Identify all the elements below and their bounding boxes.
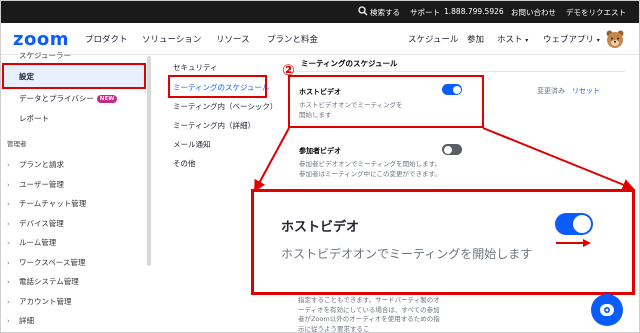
chevron-down-icon: ▾ [596, 37, 600, 44]
chevron-right-icon: › [7, 259, 10, 267]
chevron-right-icon: › [7, 298, 10, 306]
zoom-logo[interactable]: zoom [13, 29, 69, 50]
sidebar-item-account[interactable]: › アカウント管理 [7, 296, 72, 307]
callout-desc: ホストビデオオンでミーティングを開始します [281, 247, 533, 261]
sidebar-item-rooms[interactable]: › ルーム管理 [7, 237, 56, 248]
tab-other[interactable]: その他 [173, 158, 196, 169]
sidebar-item-phone-system[interactable]: › 電話システム管理 [7, 276, 79, 287]
chat-bot-icon [600, 304, 614, 316]
callout-host-video-toggle[interactable] [555, 213, 593, 235]
sidebar-item-advanced[interactable]: › 詳細 [7, 315, 34, 326]
arrow-right-icon [556, 239, 591, 247]
sidebar-item-plans-billing[interactable]: › プランと請求 [7, 159, 64, 170]
annotation-box-host-video [288, 75, 484, 128]
sidebar-item-workspaces[interactable]: › ワークスペース管理 [7, 257, 85, 268]
chevron-right-icon: › [7, 317, 10, 325]
audio-setting-desc: 指定することもできます。サードパーティ製のオーディオを有効にしている場合は、すべ… [298, 296, 440, 333]
top-utility-bar: 検索する サポート 1.888.799.5926 お問い合わせ デモをリクエスト [1, 1, 639, 23]
sidebar-item-devices[interactable]: › デバイス管理 [7, 218, 64, 229]
search-link[interactable]: 検索する [370, 7, 400, 18]
nav-solutions[interactable]: ソリューション [142, 33, 201, 45]
tab-security[interactable]: セキュリティ [173, 62, 218, 73]
chevron-down-icon: ▾ [525, 37, 529, 44]
annotation-box-settings [2, 63, 146, 89]
section-divider [285, 71, 625, 72]
nav-plans[interactable]: プランと料金 [267, 33, 318, 45]
chevron-right-icon: › [7, 200, 10, 208]
contact-link[interactable]: お問い合わせ [511, 7, 556, 18]
chevron-right-icon: › [7, 239, 10, 247]
callout-title: ホストビデオ [281, 220, 360, 235]
sidebar-scrollbar[interactable] [147, 56, 151, 266]
arrow-left-icon [254, 127, 290, 193]
chat-support-button[interactable] [591, 294, 623, 326]
nav-host[interactable]: ホスト ▾ [497, 33, 528, 45]
sidebar-item-reports[interactable]: レポート [19, 113, 49, 124]
nav-resources[interactable]: リソース [216, 33, 250, 45]
zoom-callout: ホストビデオ ホストビデオオンでミーティングを開始します [251, 189, 635, 295]
sidebar: スケジューラー 設定 データとプライバシー NEW レポート 管理者 › プランと請… [1, 51, 151, 332]
chevron-right-icon: › [7, 220, 10, 228]
support-link[interactable]: サポート [410, 7, 440, 18]
sidebar-item-team-chat[interactable]: › チームチャット管理 [7, 198, 86, 209]
browser-frame: 検索する サポート 1.888.799.5926 お問い合わせ デモをリクエスト… [0, 0, 640, 333]
phone-link[interactable]: 1.888.799.5926 [444, 7, 504, 16]
nav-products[interactable]: プロダクト [85, 33, 128, 45]
nav-web-app[interactable]: ウェブアプリ ▾ [543, 33, 600, 45]
arrow-right-icon [482, 127, 635, 191]
main-navbar: zoom プロダクト ソリューション リソース プランと料金 スケジュール 参加… [1, 23, 639, 55]
nav-schedule[interactable]: スケジュール [408, 33, 458, 45]
chevron-right-icon: › [7, 161, 10, 169]
chevron-right-icon: › [7, 181, 10, 189]
sidebar-admin-header: 管理者 [7, 140, 27, 148]
participant-video-toggle[interactable] [442, 144, 462, 155]
modified-label: 変更済み [537, 87, 565, 95]
demo-request-link[interactable]: デモをリクエスト [566, 7, 626, 18]
tab-email-notification[interactable]: メール通知 [173, 139, 211, 150]
new-badge: NEW [96, 95, 118, 103]
reset-link[interactable]: リセット [572, 86, 600, 96]
nav-join[interactable]: 参加 [467, 33, 484, 45]
sidebar-item-user-management[interactable]: › ユーザー管理 [7, 179, 64, 190]
sidebar-item-scheduler[interactable]: スケジューラー [19, 50, 71, 59]
participant-video-desc: 参加者ビデオオンでミーティングを開始します。参加者はミーティング中にこの変更がで… [299, 160, 441, 178]
search-icon[interactable] [358, 6, 368, 16]
tab-in-meeting-advanced[interactable]: ミーティング内（詳細） [173, 120, 255, 131]
tab-in-meeting-basic[interactable]: ミーティング内（ベーシック） [173, 101, 277, 112]
participant-video-title: 参加者ビデオ [299, 147, 341, 155]
chevron-right-icon: › [7, 278, 10, 286]
sidebar-item-privacy[interactable]: データとプライバシー NEW [19, 93, 118, 104]
annotation-box-meeting-schedule [168, 75, 267, 98]
section-title: ミーティングのスケジュール [301, 59, 398, 68]
bear-avatar-icon[interactable] [605, 29, 625, 49]
